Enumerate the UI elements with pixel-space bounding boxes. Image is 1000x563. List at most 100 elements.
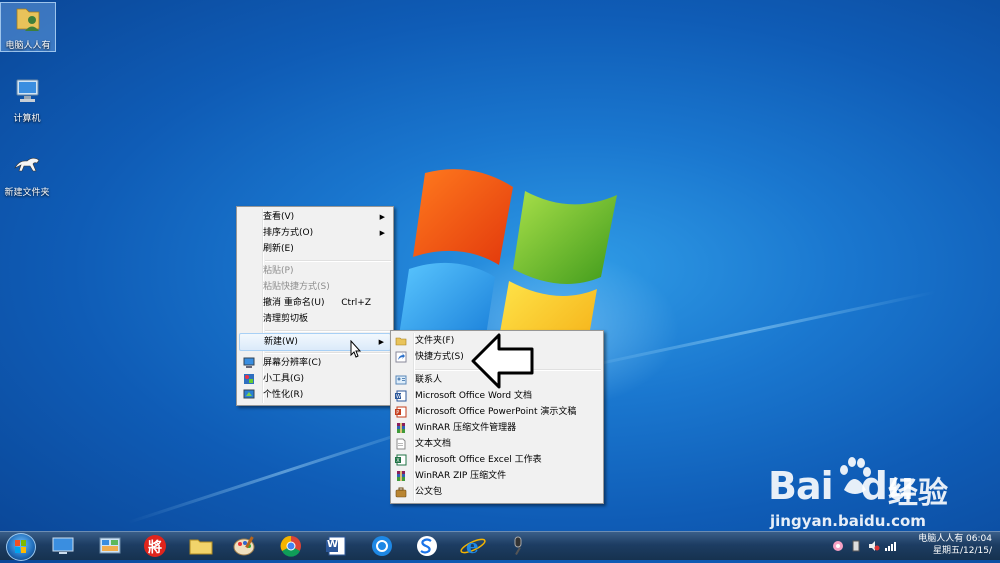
winrar-zip-icon xyxy=(397,471,405,481)
menu-item-clear-clipboard[interactable]: 清理剪切板 xyxy=(239,311,391,327)
pointer-arrow-annotation xyxy=(471,333,534,389)
menu-item-undo-rename[interactable]: 撤消 重命名(U) Ctrl+Z xyxy=(239,295,391,311)
submenu-item-briefcase[interactable]: 公文包 xyxy=(393,484,601,500)
menu-item-new[interactable]: 新建(W) ▶ xyxy=(239,333,391,351)
paint-icon xyxy=(233,536,255,556)
ie-glyph: e xyxy=(466,534,479,558)
watermark-url: jingyan.baidu.com xyxy=(770,512,926,530)
control-panel-icon xyxy=(99,537,121,554)
user-folder-icon xyxy=(16,8,40,31)
submenu-item-label: 快捷方式(S) xyxy=(415,352,464,362)
excel-icon: X xyxy=(395,454,407,466)
monitor-icon xyxy=(243,357,255,368)
desktop-icon-new-folder[interactable]: 新建文件夹 xyxy=(0,150,54,198)
volume-muted-icon[interactable] xyxy=(868,540,880,552)
submenu-item-excel[interactable]: X Microsoft Office Excel 工作表 xyxy=(393,452,601,468)
submenu-item-label: Microsoft Office PowerPoint 演示文稿 xyxy=(415,407,577,417)
taskbar-microphone-button[interactable] xyxy=(503,534,533,558)
shortcut-icon xyxy=(395,351,407,363)
submenu-item-text-document[interactable]: 文本文档 xyxy=(393,436,601,452)
svg-text:W: W xyxy=(396,394,401,400)
menu-item-sort-by[interactable]: 排序方式(O) ▶ xyxy=(239,225,391,241)
submenu-item-word-document[interactable]: W Microsoft Office Word 文档 xyxy=(393,388,601,404)
taskbar-paint-button[interactable] xyxy=(230,534,260,558)
menu-item-refresh[interactable]: 刷新(E) xyxy=(239,241,391,257)
menu-item-paste-shortcut[interactable]: 粘贴快捷方式(S) xyxy=(239,279,391,295)
watermark-cn: 经验 xyxy=(888,476,948,511)
windows-flag-icon xyxy=(15,540,26,553)
submenu-item-label: Microsoft Office Word 文档 xyxy=(415,391,532,401)
word-glyph: W xyxy=(327,539,339,550)
taskbar-sogou-button[interactable] xyxy=(412,534,442,558)
microphone-icon xyxy=(514,536,522,555)
menu-item-label: 粘贴(P) xyxy=(263,266,294,276)
system-tray: 电脑人人有 06:04 星期五/12/15/ xyxy=(824,532,1000,560)
submenu-arrow-icon: ▶ xyxy=(378,338,384,346)
tiger-icon xyxy=(14,157,40,172)
taskbar-ie-button[interactable]: e xyxy=(458,534,488,558)
menu-item-paste[interactable]: 粘贴(P) xyxy=(239,263,391,279)
chess-glyph: 將 xyxy=(148,540,162,556)
svg-text:X: X xyxy=(396,458,400,464)
word-document-icon: W xyxy=(395,390,407,402)
menu-item-view[interactable]: 查看(V) ▶ xyxy=(239,209,391,225)
menu-item-label: 查看(V) xyxy=(263,212,295,222)
submenu-arrow-icon: ▶ xyxy=(379,229,385,237)
svg-text:P: P xyxy=(396,410,399,416)
taskbar: 將 W e 电脑人人有 06:04 星期五/12/15/ xyxy=(0,531,1000,561)
submenu-item-label: 文本文档 xyxy=(415,439,452,449)
menu-item-screen-resolution[interactable]: 屏幕分辨率(C) xyxy=(239,355,391,371)
submenu-item-label: WinRAR ZIP 压缩文件 xyxy=(415,471,507,481)
submenu-item-powerpoint[interactable]: P Microsoft Office PowerPoint 演示文稿 xyxy=(393,404,601,420)
baidu-jingyan-watermark: Bai du 经验 jingyan.baidu.com xyxy=(768,454,978,530)
computer-icon xyxy=(16,79,39,102)
menu-item-label: 粘贴快捷方式(S) xyxy=(263,282,330,292)
winrar-icon xyxy=(397,423,405,433)
desktop-icon-label: 新建文件夹 xyxy=(4,188,50,198)
taskbar-folder-button[interactable] xyxy=(186,534,216,558)
desktop-icon-user-folder[interactable]: 电脑人人有 xyxy=(0,2,56,52)
menu-item-shortcut: Ctrl+Z xyxy=(341,298,371,308)
menu-item-label: 清理剪切板 xyxy=(263,314,309,324)
menu-item-label: 刷新(E) xyxy=(263,244,294,254)
menu-separator xyxy=(265,352,391,354)
menu-item-label: 新建(W) xyxy=(264,337,298,347)
menu-separator xyxy=(265,330,391,332)
submenu-item-label: 联系人 xyxy=(415,375,443,385)
folder-icon xyxy=(189,539,213,555)
menu-separator xyxy=(265,260,391,262)
taskbar-control-panel-button[interactable] xyxy=(95,534,125,558)
submenu-arrow-icon: ▶ xyxy=(379,213,385,221)
desktop-icon-computer[interactable]: 计算机 xyxy=(0,76,54,124)
submenu-item-label: Microsoft Office Excel 工作表 xyxy=(415,455,542,465)
flower-tray-icon[interactable] xyxy=(832,540,844,552)
desktop-context-menu: 查看(V) ▶ 排序方式(O) ▶ 刷新(E) 粘贴(P) 粘贴快捷方式(S) … xyxy=(236,206,394,406)
submenu-item-label: WinRAR 压缩文件管理器 xyxy=(415,423,517,433)
clock-date: 星期五/12/15/ xyxy=(932,546,992,556)
taskbar-browser-button[interactable] xyxy=(367,534,397,558)
menu-item-label: 小工具(G) xyxy=(263,374,304,384)
menu-item-personalize[interactable]: 个性化(R) xyxy=(239,387,391,403)
submenu-item-label: 公文包 xyxy=(415,487,443,497)
baidu-paw-icon xyxy=(840,457,871,494)
taskbar-clock[interactable]: 电脑人人有 06:04 星期五/12/15/ xyxy=(918,533,992,557)
chrome-icon xyxy=(280,535,301,557)
taskbar-desktop-button[interactable] xyxy=(48,534,78,558)
folder-icon xyxy=(395,337,407,346)
device-tray-icon[interactable] xyxy=(850,540,862,552)
start-button[interactable] xyxy=(6,533,36,561)
submenu-item-winrar[interactable]: WinRAR 压缩文件管理器 xyxy=(393,420,601,436)
taskbar-word-button[interactable]: W xyxy=(321,534,351,558)
desktop-icon xyxy=(52,537,74,554)
powerpoint-icon: P xyxy=(395,406,407,418)
menu-item-label: 排序方式(O) xyxy=(263,228,314,238)
menu-item-label: 撤消 重命名(U) xyxy=(263,298,325,308)
network-signal-icon[interactable] xyxy=(884,540,896,552)
browser-icon xyxy=(372,536,392,556)
taskbar-chrome-button[interactable] xyxy=(276,534,306,558)
submenu-item-winrar-zip[interactable]: WinRAR ZIP 压缩文件 xyxy=(393,468,601,484)
submenu-item-label: 文件夹(F) xyxy=(415,336,455,346)
personalize-icon xyxy=(243,389,255,399)
taskbar-chess-button[interactable]: 將 xyxy=(140,534,170,558)
menu-item-gadgets[interactable]: 小工具(G) xyxy=(239,371,391,387)
